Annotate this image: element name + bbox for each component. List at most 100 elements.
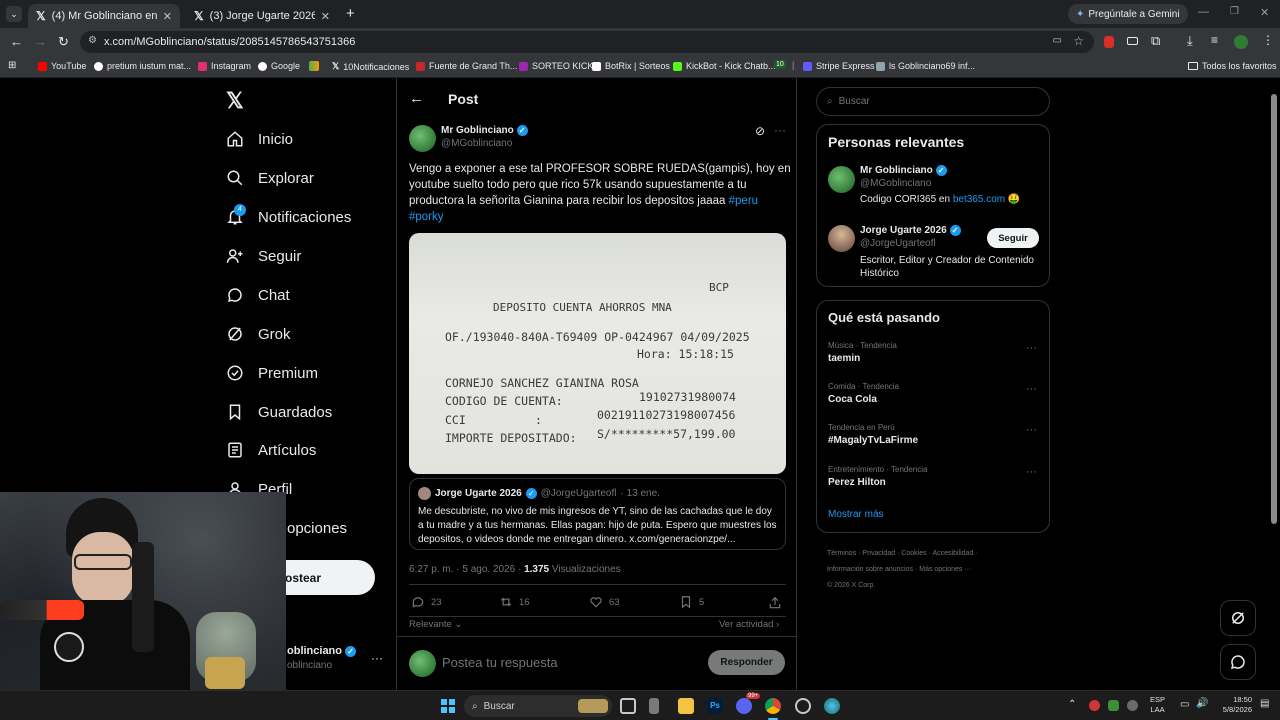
taskbar-search[interactable]: ⌕ Buscar	[464, 695, 612, 717]
forward-arrow-icon[interactable]: →	[34, 34, 47, 49]
hashtag-link[interactable]: #peru	[729, 195, 758, 207]
nav-explorar[interactable]: Explorar	[226, 165, 314, 191]
reply-action[interactable]: 23	[411, 595, 442, 609]
restore-icon[interactable]: ❐	[1230, 6, 1239, 17]
windows-start-icon[interactable]	[441, 699, 455, 713]
bookmark-action[interactable]: 5	[679, 595, 704, 609]
browser-tab-active[interactable]: 𝕏 (4) Mr Goblinciano en X: "Vengo ✕	[28, 4, 180, 28]
nav-chat[interactable]: Chat	[226, 282, 290, 308]
colorful-bookmark-icon[interactable]	[309, 61, 319, 71]
footer-link[interactable]: Accesibilidad	[932, 550, 973, 557]
trend-item[interactable]: Comida · Tendencia Coca Cola	[828, 382, 1048, 405]
site-info-icon[interactable]: ⚙	[88, 35, 97, 46]
back-arrow-icon[interactable]: ←	[10, 34, 23, 49]
share-icon[interactable]	[768, 596, 782, 610]
footer-link[interactable]: Más opciones ···	[919, 566, 971, 573]
tray-chevron-icon[interactable]: ⌃	[1068, 699, 1076, 710]
follow-button[interactable]: Seguir	[987, 228, 1039, 248]
reload-icon[interactable]: ↻	[58, 34, 69, 50]
grok-explain-icon[interactable]: ⊘	[755, 124, 765, 138]
bookmark-goblinciano[interactable]: ls Goblinciano69 inf...	[876, 61, 975, 71]
person-item[interactable]: Mr Goblinciano ✓ @MGoblinciano Codigo CO…	[860, 165, 1045, 205]
trend-more-icon[interactable]: ···	[1026, 383, 1037, 395]
trend-more-icon[interactable]: ···	[1026, 424, 1037, 436]
new-tab-plus-icon[interactable]: +	[346, 5, 355, 22]
trend-item[interactable]: Entretenimiento · Tendencia Perez Hilton	[828, 465, 1048, 488]
tab-close-icon[interactable]: ✕	[163, 10, 172, 23]
bookmark-sorteo-kick[interactable]: SORTEO KICK	[519, 61, 593, 71]
chrome-menu-icon[interactable]: ⋮	[1262, 33, 1274, 47]
settings-gear-icon[interactable]	[795, 698, 811, 714]
trend-item[interactable]: Música · Tendencia taemin	[828, 341, 1048, 364]
reply-button[interactable]: Responder	[708, 650, 785, 675]
search-input[interactable]: ⌕ Buscar	[816, 87, 1050, 116]
photoshop-icon[interactable]: Ps	[707, 698, 723, 714]
gemini-button[interactable]: ✦ Pregúntale a Gemini	[1068, 4, 1188, 24]
minimize-icon[interactable]: —	[1198, 6, 1209, 18]
nav-premium[interactable]: Premium	[226, 360, 318, 386]
nav-guardados[interactable]: Guardados	[226, 399, 332, 425]
install-icon[interactable]: ▭	[1053, 35, 1062, 46]
avatar[interactable]	[828, 225, 855, 252]
page-scrollbar[interactable]	[1271, 84, 1277, 688]
nav-seguir[interactable]: Seguir	[226, 243, 301, 269]
chrome-icon[interactable]	[765, 698, 781, 714]
address-bar[interactable]: ⚙ x.com/MGoblinciano/status/208514578654…	[80, 31, 1094, 53]
notification-center-icon[interactable]: ▤	[1260, 698, 1269, 709]
x-logo-icon[interactable]: 𝕏	[226, 88, 244, 114]
tab-list-chevron-icon[interactable]: ⌄	[6, 6, 22, 22]
reply-input[interactable]: Postea tu respuesta	[442, 655, 558, 670]
extension-icon[interactable]	[1127, 37, 1138, 45]
footer-link[interactable]: Cookies	[901, 550, 926, 557]
task-view-icon[interactable]	[620, 698, 636, 714]
globe-app-icon[interactable]	[824, 698, 840, 714]
hashtag-link[interactable]: #porky	[409, 211, 444, 223]
media-controls-icon[interactable]: ≡	[1211, 33, 1218, 47]
footer-link[interactable]: Información sobre anuncios	[827, 566, 913, 573]
messages-floating-button[interactable]	[1220, 644, 1256, 680]
account-more-icon[interactable]: ···	[371, 651, 383, 665]
trend-more-icon[interactable]: ···	[1026, 342, 1037, 354]
bookmark-stripe[interactable]: Stripe Express	[803, 61, 875, 71]
bio-link[interactable]: bet365.com	[953, 194, 1005, 205]
bookmark-10-badge[interactable]: 10	[774, 60, 786, 69]
extensions-puzzle-icon[interactable]: ⧉	[1151, 33, 1160, 49]
nav-inicio[interactable]: Inicio	[226, 126, 293, 152]
relevance-sort[interactable]: Relevante ⌄	[409, 619, 462, 630]
see-activity-link[interactable]: Ver actividad ›	[719, 619, 779, 630]
window-close-icon[interactable]: ✕	[1260, 6, 1269, 19]
app-icon[interactable]	[649, 698, 659, 714]
bookmark-kickbot[interactable]: KickBot - Kick Chatb...	[673, 61, 776, 71]
scrollbar-thumb[interactable]	[1271, 94, 1277, 524]
account-switcher[interactable]: oblinciano ✓ oblinciano ···	[287, 645, 387, 675]
tray-app-icon[interactable]	[1127, 700, 1138, 711]
show-more-link[interactable]: Mostrar más	[828, 509, 884, 520]
profile-avatar-icon[interactable]	[1234, 35, 1248, 49]
all-favorites[interactable]: Todos los favoritos	[1188, 61, 1277, 71]
post-button[interactable]: ostear	[285, 560, 375, 595]
footer-link[interactable]: Términos	[827, 550, 856, 557]
back-arrow-icon[interactable]: ←	[409, 90, 424, 107]
bookmark-youtube[interactable]: YouTube	[38, 61, 86, 71]
file-explorer-icon[interactable]	[678, 698, 694, 714]
nav-grok[interactable]: Grok	[226, 321, 291, 347]
bookmark-10notificaciones[interactable]: 𝕏 10Notificaciones	[332, 61, 409, 72]
post-more-icon[interactable]: ···	[774, 123, 786, 137]
extension-red-icon[interactable]	[1104, 36, 1114, 48]
bookmark-botrix[interactable]: BotRix | Sorteos	[592, 61, 670, 71]
download-icon[interactable]: ⤓	[1187, 33, 1193, 49]
footer-link[interactable]: Privacidad	[862, 550, 895, 557]
bookmark-star-icon[interactable]: ☆	[1073, 34, 1084, 48]
tab-close-icon[interactable]: ✕	[321, 10, 330, 23]
tray-app-icon[interactable]	[1089, 700, 1100, 711]
bookmark-pretium[interactable]: pretium iustum mat...	[94, 61, 191, 71]
timestamp-text[interactable]: 6:27 p. m. · 5 ago. 2026 ·	[409, 564, 521, 575]
nav-articulos[interactable]: Artículos	[226, 437, 316, 463]
volume-icon[interactable]: 🔊	[1196, 698, 1208, 709]
language-indicator[interactable]: ESP LAA	[1150, 695, 1165, 715]
avatar[interactable]	[409, 125, 436, 152]
nav-notificaciones[interactable]: 4 Notificaciones	[226, 204, 351, 230]
repost-action[interactable]: 16	[499, 595, 530, 609]
post-author[interactable]: Mr Goblinciano ✓ @MGoblinciano	[441, 125, 528, 149]
bookmark-instagram[interactable]: Instagram	[198, 61, 251, 71]
